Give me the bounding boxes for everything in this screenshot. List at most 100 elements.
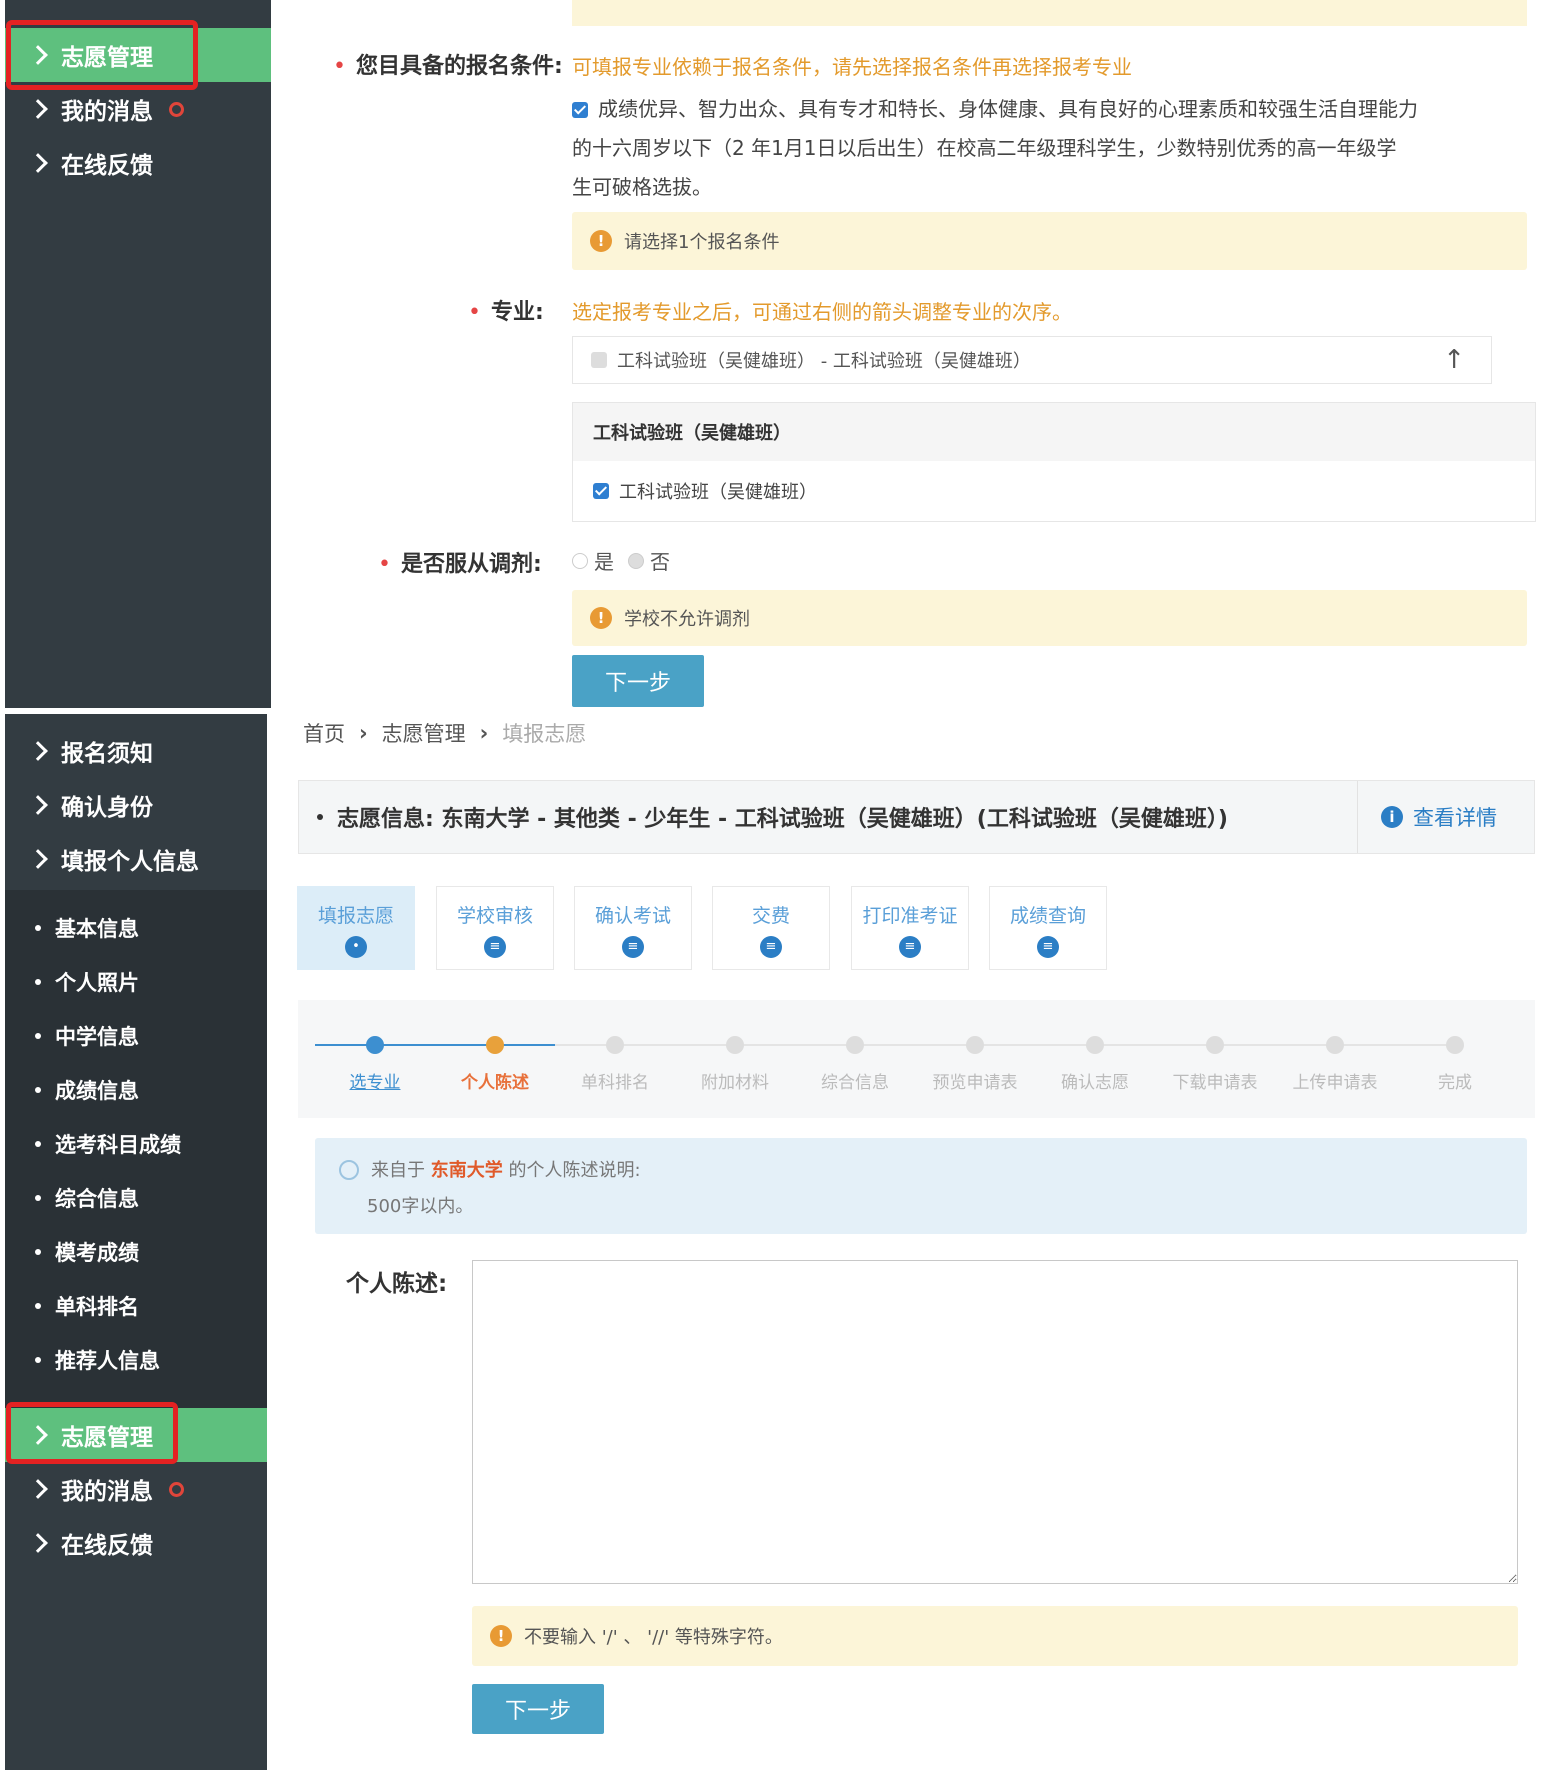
checkbox-checked-icon[interactable] bbox=[593, 483, 609, 499]
chevron-right-icon bbox=[28, 99, 48, 119]
condition-option[interactable]: 成绩优异、智力出众、具有专才和特长、身体健康、具有良好的心理素质和较强生活自理能… bbox=[572, 90, 1522, 207]
breadcrumb: 首页 › 志愿管理 › 填报志愿 bbox=[303, 718, 586, 748]
step-label[interactable]: 选专业 bbox=[350, 1068, 401, 1093]
bullet-icon bbox=[35, 1087, 41, 1093]
tab-label: 交费 bbox=[751, 905, 790, 927]
condition-line-3: 生可破格选拔。 bbox=[572, 175, 712, 199]
chevron-right-icon bbox=[28, 795, 48, 815]
tab-label: 填报志愿 bbox=[317, 905, 394, 927]
unread-dot-icon bbox=[169, 101, 184, 117]
statement-warning-text: 不要输入 '/' 、 '//' 等特殊字符。 bbox=[524, 1627, 783, 1648]
tab-payment[interactable]: 交费 ≡ bbox=[712, 886, 830, 970]
sub-item-elective-grades[interactable]: 选考科目成绩 bbox=[5, 1124, 181, 1164]
volunteer-info-bar: 志愿信息: 东南大学 - 其他类 - 少年生 - 工科试验班（吴健雄班）(工科试… bbox=[298, 780, 1535, 854]
sidebar-item-online-feedback[interactable]: 在线反馈 bbox=[5, 136, 271, 190]
major-selected-text: 工科试验班（吴健雄班） - 工科试验班（吴健雄班） bbox=[617, 351, 1031, 372]
breadcrumb-section[interactable]: 志愿管理 bbox=[382, 718, 466, 748]
lightbulb-icon bbox=[339, 1160, 359, 1180]
adjust-radios: 是 否 bbox=[572, 546, 670, 575]
info-suffix: 的个人陈述说明: bbox=[508, 1160, 641, 1181]
next-button-top[interactable]: 下一步 bbox=[572, 655, 704, 707]
major-option[interactable]: 工科试验班（吴健雄班） bbox=[573, 461, 1535, 521]
sidebar-item-label: 确认身份 bbox=[61, 795, 153, 821]
conditions-label: 您目具备的报名条件: bbox=[355, 54, 563, 79]
checkbox-icon[interactable] bbox=[591, 352, 607, 368]
sub-item-label: 个人照片 bbox=[55, 971, 139, 995]
statement-textarea[interactable] bbox=[472, 1260, 1518, 1584]
required-asterisk: • bbox=[468, 300, 481, 325]
statement-info-line: 来自于 东南大学 的个人陈述说明: bbox=[371, 1156, 641, 1182]
adjust-warning-text: 学校不允许调剂 bbox=[624, 609, 750, 630]
step-dot bbox=[1086, 1036, 1104, 1054]
view-detail-link[interactable]: i 查看详情 bbox=[1381, 781, 1497, 853]
conditions-row-label: • 您目具备的报名条件: bbox=[333, 48, 563, 80]
step-status-icon: ≡ bbox=[622, 936, 644, 958]
sidebar-item-online-feedback[interactable]: 在线反馈 bbox=[5, 1516, 267, 1570]
sidebar-item-personal-info[interactable]: 填报个人信息 bbox=[5, 832, 267, 886]
detail-divider bbox=[1357, 781, 1358, 853]
sub-item-mock-exam[interactable]: 模考成绩 bbox=[5, 1232, 139, 1272]
step-label: 确认志愿 bbox=[1061, 1073, 1129, 1093]
warning-icon: ! bbox=[590, 607, 612, 629]
chevron-right-icon: › bbox=[479, 721, 489, 745]
bullet-icon bbox=[35, 1141, 41, 1147]
sub-item-subject-rank[interactable]: 单科排名 bbox=[5, 1286, 139, 1326]
radio-yes-label: 是 bbox=[594, 550, 614, 574]
tab-score-query[interactable]: 成绩查询 ≡ bbox=[989, 886, 1107, 970]
sidebar-top: 志愿管理 我的消息 在线反馈 bbox=[5, 0, 271, 708]
tab-confirm-exam[interactable]: 确认考试 ≡ bbox=[574, 886, 692, 970]
step-dot bbox=[846, 1036, 864, 1054]
step-status-icon: • bbox=[345, 936, 367, 958]
breadcrumb-home[interactable]: 首页 bbox=[303, 718, 345, 748]
sub-item-photo[interactable]: 个人照片 bbox=[5, 962, 139, 1002]
bullet-icon bbox=[35, 1249, 41, 1255]
tab-print-admission[interactable]: 打印准考证 ≡ bbox=[851, 886, 969, 970]
major-note: 选定报考专业之后，可通过右侧的箭头调整专业的次序。 bbox=[572, 300, 1072, 324]
radio-no-icon[interactable] bbox=[628, 552, 644, 569]
step-status-icon: ≡ bbox=[484, 936, 506, 958]
radio-yes-icon[interactable] bbox=[572, 552, 588, 569]
step-dot bbox=[606, 1036, 624, 1054]
sidebar-item-my-messages[interactable]: 我的消息 bbox=[5, 1462, 267, 1516]
info-icon: i bbox=[1381, 806, 1403, 828]
step-label: 预览申请表 bbox=[932, 1073, 1018, 1093]
sub-item-label: 成绩信息 bbox=[55, 1079, 139, 1103]
steps-panel bbox=[298, 1000, 1535, 1118]
sub-item-label: 推荐人信息 bbox=[55, 1349, 160, 1373]
next-button-bottom[interactable]: 下一步 bbox=[472, 1684, 604, 1734]
bullet-icon bbox=[35, 1303, 41, 1309]
sub-item-recommender[interactable]: 推荐人信息 bbox=[5, 1340, 160, 1380]
sub-item-label: 综合信息 bbox=[55, 1187, 139, 1211]
sub-item-school-info[interactable]: 中学信息 bbox=[5, 1016, 139, 1056]
chevron-right-icon bbox=[28, 1533, 48, 1553]
top-warning-strip bbox=[572, 0, 1527, 26]
steps-line-done bbox=[315, 1044, 555, 1046]
sidebar-item-confirm-identity[interactable]: 确认身份 bbox=[5, 778, 267, 832]
sub-item-comprehensive[interactable]: 综合信息 bbox=[5, 1178, 139, 1218]
sidebar-item-my-messages[interactable]: 我的消息 bbox=[5, 82, 271, 136]
chevron-right-icon bbox=[28, 741, 48, 761]
arrow-up-icon[interactable]: ↑ bbox=[1443, 345, 1465, 375]
sidebar-bottom: 报名须知 确认身份 填报个人信息 基本信息 个人照片 中学信息 成绩信息 选考科… bbox=[5, 714, 267, 1770]
step-status-icon: ≡ bbox=[899, 936, 921, 958]
bullet-icon bbox=[35, 1357, 41, 1363]
highlight-box bbox=[6, 20, 198, 90]
volunteer-info: 志愿信息: 东南大学 - 其他类 - 少年生 - 工科试验班（吴健雄班）(工科试… bbox=[317, 781, 1228, 853]
condition-line-2: 的十六周岁以下（2 年1月1日以后出生）在校高二年级理科学生，少数特别优秀的高一… bbox=[572, 136, 1397, 160]
step-label[interactable]: 个人陈述 bbox=[461, 1068, 529, 1093]
sub-item-grades[interactable]: 成绩信息 bbox=[5, 1070, 139, 1110]
checkbox-checked-icon[interactable] bbox=[572, 102, 588, 118]
view-detail-label: 查看详情 bbox=[1413, 806, 1497, 830]
statement-label: 个人陈述: bbox=[346, 1271, 448, 1297]
sidebar-item-label: 填报个人信息 bbox=[61, 849, 199, 875]
tab-school-review[interactable]: 学校审核 ≡ bbox=[436, 886, 554, 970]
step-label: 单科排名 bbox=[581, 1073, 649, 1093]
major-selected-row[interactable]: 工科试验班（吴健雄班） - 工科试验班（吴健雄班） ↑ bbox=[572, 336, 1492, 384]
breadcrumb-current: 填报志愿 bbox=[502, 722, 587, 746]
sidebar-item-registration-notice[interactable]: 报名须知 bbox=[5, 724, 267, 778]
adjust-warning: ! 学校不允许调剂 bbox=[572, 590, 1527, 646]
tab-fill-volunteer[interactable]: 填报志愿 • bbox=[297, 886, 415, 970]
sub-item-basic-info[interactable]: 基本信息 bbox=[5, 908, 139, 948]
step-dot bbox=[1206, 1036, 1224, 1054]
statement-info-box: 来自于 东南大学 的个人陈述说明: 500字以内。 bbox=[315, 1138, 1527, 1234]
